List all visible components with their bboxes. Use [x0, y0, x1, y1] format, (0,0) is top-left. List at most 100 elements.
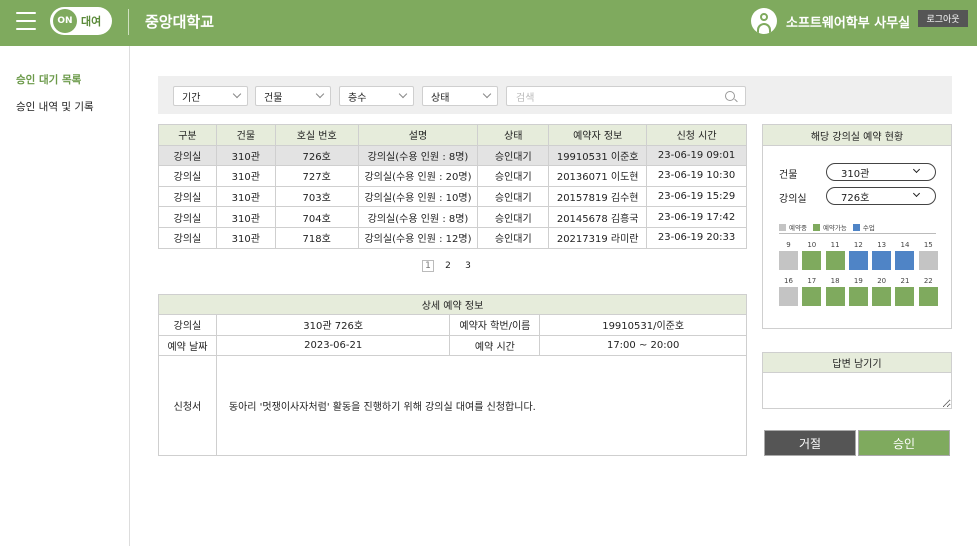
calendar-legend: 예약중 예약가능 수업 [779, 222, 881, 232]
chevron-down-icon [315, 89, 325, 99]
app-logo[interactable]: ON 대여 [50, 7, 112, 35]
table-cell: 강의실(수용 인원 : 20명) [357, 165, 479, 187]
building-select[interactable]: 건물 [255, 86, 331, 106]
calendar-day-status [848, 251, 868, 270]
table-cell: 23-06-19 15:29 [646, 185, 747, 208]
sidebar-item-pending[interactable]: 승인 대기 목록 [16, 72, 81, 87]
calendar-day-number: 20 [877, 277, 887, 285]
panel-building-select[interactable]: 310관 [826, 163, 936, 181]
detail-label: 예약 날짜 [158, 334, 217, 356]
logo-badge: ON [53, 9, 77, 33]
menu-icon[interactable] [16, 12, 36, 30]
legend-swatch [779, 223, 786, 231]
search-placeholder: 검색 [516, 92, 535, 104]
period-select[interactable]: 기간 [173, 86, 248, 106]
search-icon[interactable] [725, 91, 735, 101]
pagination: 1 2 3 [422, 260, 474, 272]
calendar-day-status [802, 287, 822, 306]
calendar-day-status [848, 287, 868, 306]
table-cell: 23-06-19 10:30 [646, 165, 747, 187]
column-header: 건물 [215, 124, 276, 146]
calendar-day[interactable]: 16 [779, 277, 798, 306]
user-name: 소프트웨어학부 사무실 [786, 16, 911, 31]
calendar-day[interactable]: 12 [848, 241, 868, 270]
sidebar-item-history[interactable]: 승인 내역 및 기록 [16, 99, 94, 114]
calendar-day[interactable]: 21 [895, 277, 915, 306]
panel-room-select[interactable]: 726호 [826, 187, 936, 205]
calendar-day[interactable]: 15 [918, 241, 938, 270]
table-cell: 20136071 이도현 [548, 165, 648, 187]
table-row[interactable]: 강의실 310관 703호 강의실(수용 인원 : 10명) 승인대기 2015… [158, 185, 747, 208]
detail-booker-value: 19910531/이준호 [539, 314, 747, 336]
calendar-day-number: 22 [923, 277, 933, 285]
table-row[interactable]: 강의실 310관 704호 강의실(수용 인원 : 8명) 승인대기 20145… [158, 206, 747, 228]
calendar-day-status [825, 251, 845, 270]
calendar-day-status [779, 287, 798, 306]
calendar-week: 16 17 18 19 20 21 22 [779, 277, 942, 306]
page-2-button[interactable]: 2 [442, 260, 454, 272]
calendar-day[interactable]: 13 [872, 241, 892, 270]
answer-textarea[interactable] [763, 373, 951, 408]
user-icon [751, 8, 777, 34]
calendar-day[interactable]: 18 [825, 277, 845, 306]
table-header-row: 구분 건물 호실 번호 설명 상태 예약자 정보 신청 시간 [158, 124, 747, 146]
calendar-day[interactable]: 9 [779, 241, 798, 270]
reject-button[interactable]: 거절 [764, 430, 856, 456]
table-row[interactable]: 강의실 310관 718호 강의실(수용 인원 : 12명) 승인대기 2021… [158, 226, 747, 249]
table-cell: 310관 [215, 165, 276, 187]
calendar-day[interactable]: 17 [802, 277, 822, 306]
room-label: 강의실 [779, 194, 807, 205]
chevron-down-icon [482, 89, 492, 99]
table-cell: 23-06-19 17:42 [646, 206, 747, 228]
table-cell: 23-06-19 20:33 [646, 226, 747, 249]
logout-button[interactable]: 로그아웃 [918, 10, 968, 27]
calendar-day-number: 12 [853, 241, 863, 249]
detail-date-value: 2023-06-21 [215, 334, 451, 356]
floor-select[interactable]: 층수 [339, 86, 414, 106]
column-header: 호실 번호 [274, 124, 359, 146]
page-3-button[interactable]: 3 [462, 260, 474, 272]
detail-label: 신청서 [158, 355, 217, 456]
detail-label: 예약자 학번/이름 [449, 314, 541, 336]
search-input[interactable]: 검색 [506, 86, 746, 106]
table-cell: 강의실 [158, 144, 217, 167]
table-cell: 강의실 [158, 165, 217, 187]
table-cell: 강의실(수용 인원 : 12명) [357, 226, 479, 249]
building-label: 건물 [779, 170, 798, 181]
calendar-day[interactable]: 14 [895, 241, 915, 270]
calendar-day[interactable]: 19 [848, 277, 868, 306]
floor-select-label: 층수 [348, 92, 367, 104]
table-row[interactable]: 강의실 310관 727호 강의실(수용 인원 : 20명) 승인대기 2013… [158, 165, 747, 187]
approve-button[interactable]: 승인 [858, 430, 950, 456]
legend-label: 수업 [862, 224, 875, 232]
calendar-day[interactable]: 10 [802, 241, 822, 270]
status-select[interactable]: 상태 [422, 86, 498, 106]
calendar-day-number: 18 [830, 277, 840, 285]
legend-swatch [852, 223, 860, 231]
calendar-day[interactable]: 22 [918, 277, 938, 306]
table-cell: 승인대기 [477, 185, 550, 208]
calendar-day-number: 13 [877, 241, 887, 249]
table-cell: 승인대기 [477, 226, 550, 249]
calendar-day[interactable]: 20 [872, 277, 892, 306]
calendar-day-number: 17 [807, 277, 817, 285]
table-row[interactable]: 강의실 310관 726호 강의실(수용 인원 : 8명) 승인대기 19910… [158, 144, 747, 167]
detail-title: 상세 예약 정보 [158, 294, 747, 315]
table-cell: 23-06-19 09:01 [646, 144, 747, 167]
chevron-down-icon [398, 89, 408, 99]
calendar-day-number: 16 [784, 277, 793, 285]
legend-swatch [812, 223, 820, 231]
calendar-day-status [872, 251, 892, 270]
page-1-button[interactable]: 1 [422, 260, 434, 272]
detail-room-value: 310관 726호 [215, 314, 451, 336]
calendar-day-number: 11 [830, 241, 840, 249]
calendar-day-status [918, 251, 938, 270]
table-cell: 강의실(수용 인원 : 10명) [357, 185, 479, 208]
calendar-day[interactable]: 11 [825, 241, 845, 270]
column-header: 예약자 정보 [548, 124, 648, 146]
table-cell: 강의실 [158, 226, 217, 249]
table-cell: 강의실 [158, 206, 217, 228]
legend-divider [779, 233, 936, 234]
calendar-day-number: 21 [900, 277, 910, 285]
column-header: 구분 [158, 124, 217, 146]
